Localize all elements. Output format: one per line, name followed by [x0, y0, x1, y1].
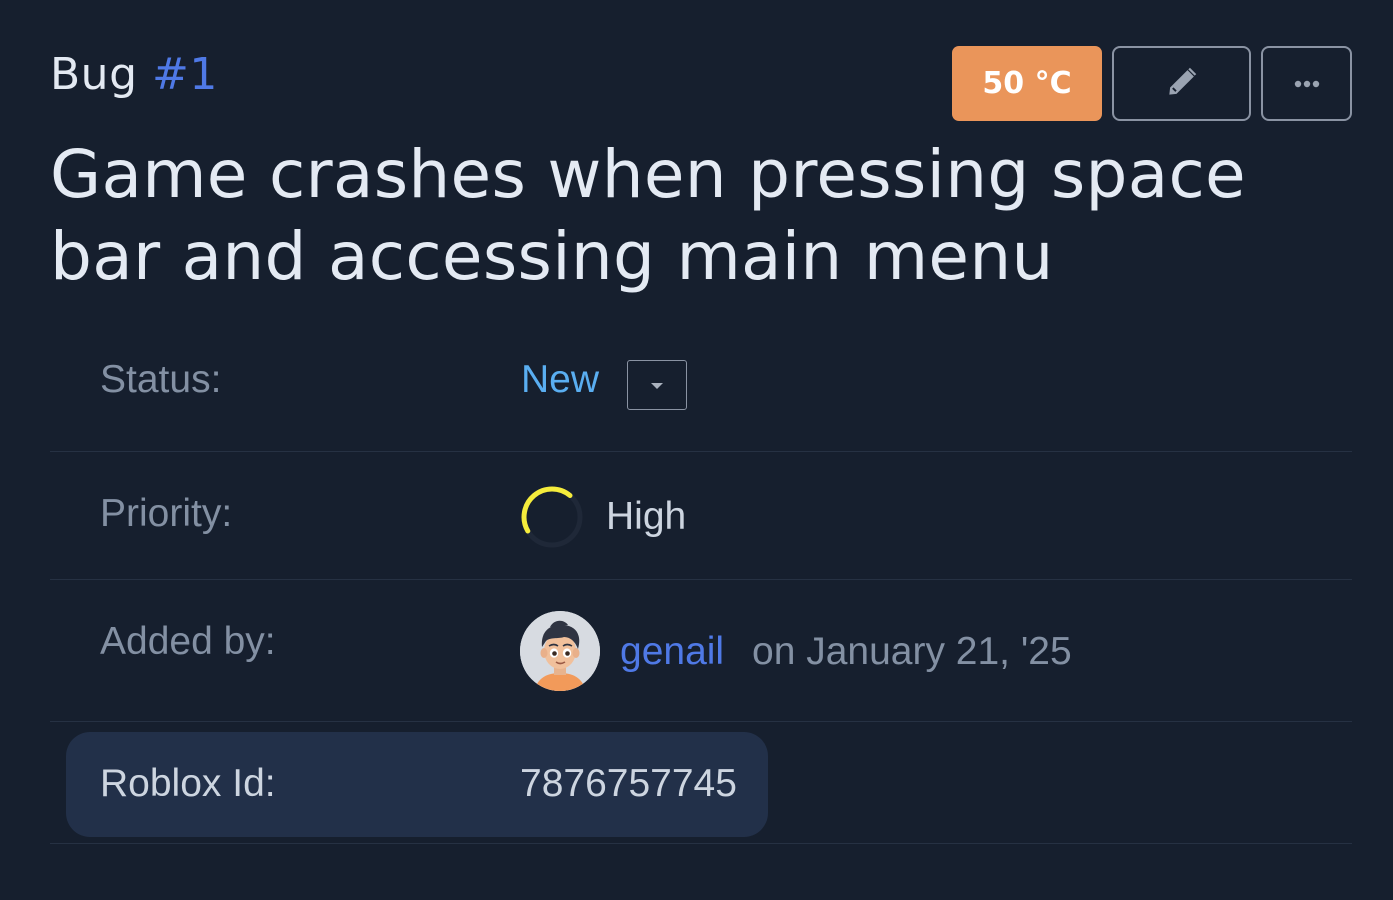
row-divider: [50, 579, 1352, 580]
temperature-badge-button[interactable]: 50 °C: [952, 46, 1102, 121]
roblox-id-value: 7876757745: [520, 762, 737, 805]
status-label: Status:: [100, 358, 222, 401]
priority-label: Priority:: [100, 492, 233, 535]
issue-title: Game crashes when pressing space bar and…: [50, 136, 1246, 295]
roblox-id-label: Roblox Id:: [100, 762, 276, 805]
more-options-button[interactable]: [1261, 46, 1352, 121]
issue-heading: Bug #1: [50, 46, 218, 104]
priority-value: High: [606, 495, 687, 538]
ellipsis-icon: [1292, 74, 1322, 93]
status-dropdown-button[interactable]: [627, 360, 687, 410]
added-by-user-link[interactable]: genail: [620, 628, 724, 676]
row-divider: [50, 843, 1352, 844]
issue-detail-panel: Bug #1 50 °C Game crashes when pressing …: [0, 0, 1393, 900]
pencil-icon: [1163, 63, 1201, 105]
issue-type-label: Bug: [50, 49, 138, 100]
caret-down-icon: [649, 376, 665, 395]
added-by-label: Added by:: [100, 620, 276, 663]
issue-number[interactable]: #1: [152, 49, 218, 100]
added-date: on January 21, '25: [752, 630, 1072, 673]
edit-button[interactable]: [1112, 46, 1251, 121]
row-divider: [50, 451, 1352, 452]
avatar[interactable]: [520, 611, 600, 691]
priority-ring-icon: [518, 483, 586, 551]
status-value[interactable]: New: [521, 356, 599, 404]
row-divider: [50, 721, 1352, 722]
